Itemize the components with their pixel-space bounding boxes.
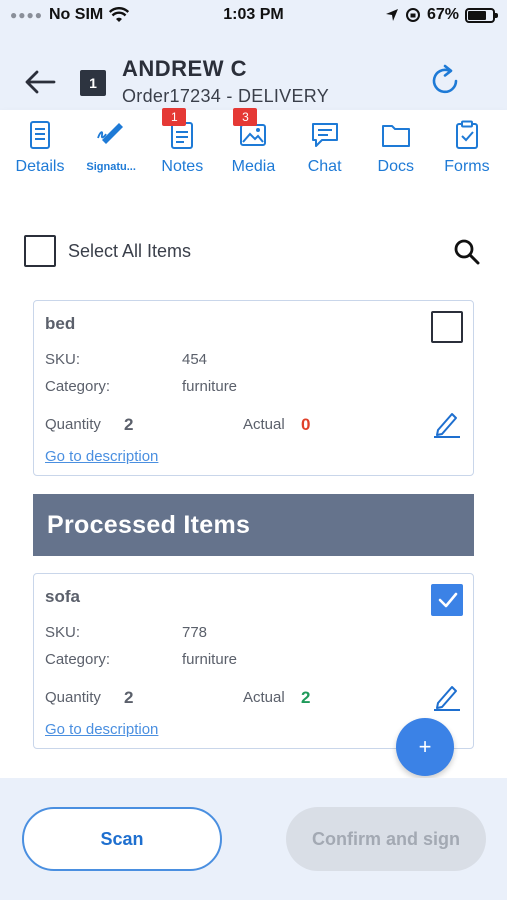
docs-icon [381, 125, 410, 147]
order-subtitle: Order17234 - DELIVERY [122, 86, 330, 106]
go-to-description-link[interactable]: Go to description [45, 448, 158, 465]
action-footer: Scan Confirm and sign [0, 778, 507, 900]
tab-label: Chat [307, 158, 342, 175]
signature-icon [97, 123, 124, 144]
search-icon[interactable] [453, 238, 481, 266]
back-arrow-icon[interactable] [22, 68, 58, 96]
media-count-badge: 3 [233, 108, 258, 126]
tab-media[interactable]: 3 Media [219, 108, 287, 188]
select-all-checkbox[interactable] [24, 235, 56, 267]
tab-notes[interactable]: 1 Notes [148, 108, 216, 188]
item-card[interactable]: bed SKU: 454 Category: furniture Quantit… [33, 300, 474, 476]
order-header: 1 ANDREW C Order17234 - DELIVERY [0, 32, 507, 110]
edit-pencil-icon[interactable] [432, 408, 462, 438]
category-label: Category: [45, 651, 111, 668]
tab-label: Media [231, 158, 276, 175]
select-all-row[interactable]: Select All Items [24, 235, 191, 267]
forms-icon [455, 120, 478, 149]
tab-forms[interactable]: Forms [433, 110, 501, 188]
select-all-label: Select All Items [68, 240, 192, 261]
sku-label: SKU: [45, 624, 81, 641]
go-to-description-link[interactable]: Go to description [45, 721, 158, 738]
tab-label: Forms [444, 158, 490, 175]
details-icon [30, 121, 50, 149]
chat-icon [311, 123, 338, 147]
tab-docs[interactable]: Docs [362, 110, 430, 188]
sku-label: SKU: [45, 351, 81, 368]
processed-items-header: Processed Items [33, 494, 474, 556]
item-checkbox[interactable] [431, 311, 463, 343]
quantity-label: Quantity [45, 416, 101, 433]
tab-chat[interactable]: Chat [291, 110, 359, 188]
add-item-button[interactable]: + [396, 718, 454, 776]
tab-label: Signatu... [86, 161, 136, 173]
rotation-lock-icon [405, 8, 420, 22]
checkmark-icon [438, 592, 458, 608]
item-name: bed [45, 314, 76, 333]
battery-icon [465, 7, 498, 23]
quantity-value: 2 [124, 688, 134, 707]
item-checkbox[interactable] [431, 584, 463, 616]
notes-count-badge: 1 [162, 108, 187, 126]
status-bar: ●●●● No SIM 1:03 PM 67% [0, 0, 507, 32]
tab-label: Details [15, 158, 65, 175]
sku-value: 778 [182, 624, 208, 641]
confirm-and-sign-button[interactable]: Confirm and sign [286, 807, 486, 871]
category-value: furniture [182, 651, 238, 668]
customer-name: ANDREW C [122, 56, 247, 81]
tab-label: Notes [161, 158, 204, 175]
scan-button[interactable]: Scan [22, 807, 222, 871]
tab-bar: Details Signatu... 1 Notes 3 Media Chat … [0, 108, 507, 188]
actual-value: 2 [301, 688, 311, 707]
sku-value: 454 [182, 351, 208, 368]
tab-signature[interactable]: Signatu... [77, 110, 145, 188]
actual-label: Actual [243, 689, 285, 706]
quantity-label: Quantity [45, 689, 101, 706]
category-value: furniture [182, 378, 238, 395]
items-content: Select All Items bed SKU: 454 Category: … [0, 188, 507, 778]
status-right: 67% [385, 6, 498, 24]
item-name: sofa [45, 587, 80, 606]
actual-value: 0 [301, 415, 311, 434]
route-number-badge: 1 [80, 70, 106, 96]
tab-details[interactable]: Details [6, 110, 74, 188]
refresh-icon[interactable] [429, 64, 463, 98]
location-icon [385, 9, 398, 21]
category-label: Category: [45, 378, 111, 395]
actual-label: Actual [243, 416, 285, 433]
quantity-value: 2 [124, 415, 134, 434]
edit-pencil-icon[interactable] [432, 681, 462, 711]
tab-label: Docs [377, 158, 414, 175]
battery-percent: 67% [426, 6, 459, 23]
